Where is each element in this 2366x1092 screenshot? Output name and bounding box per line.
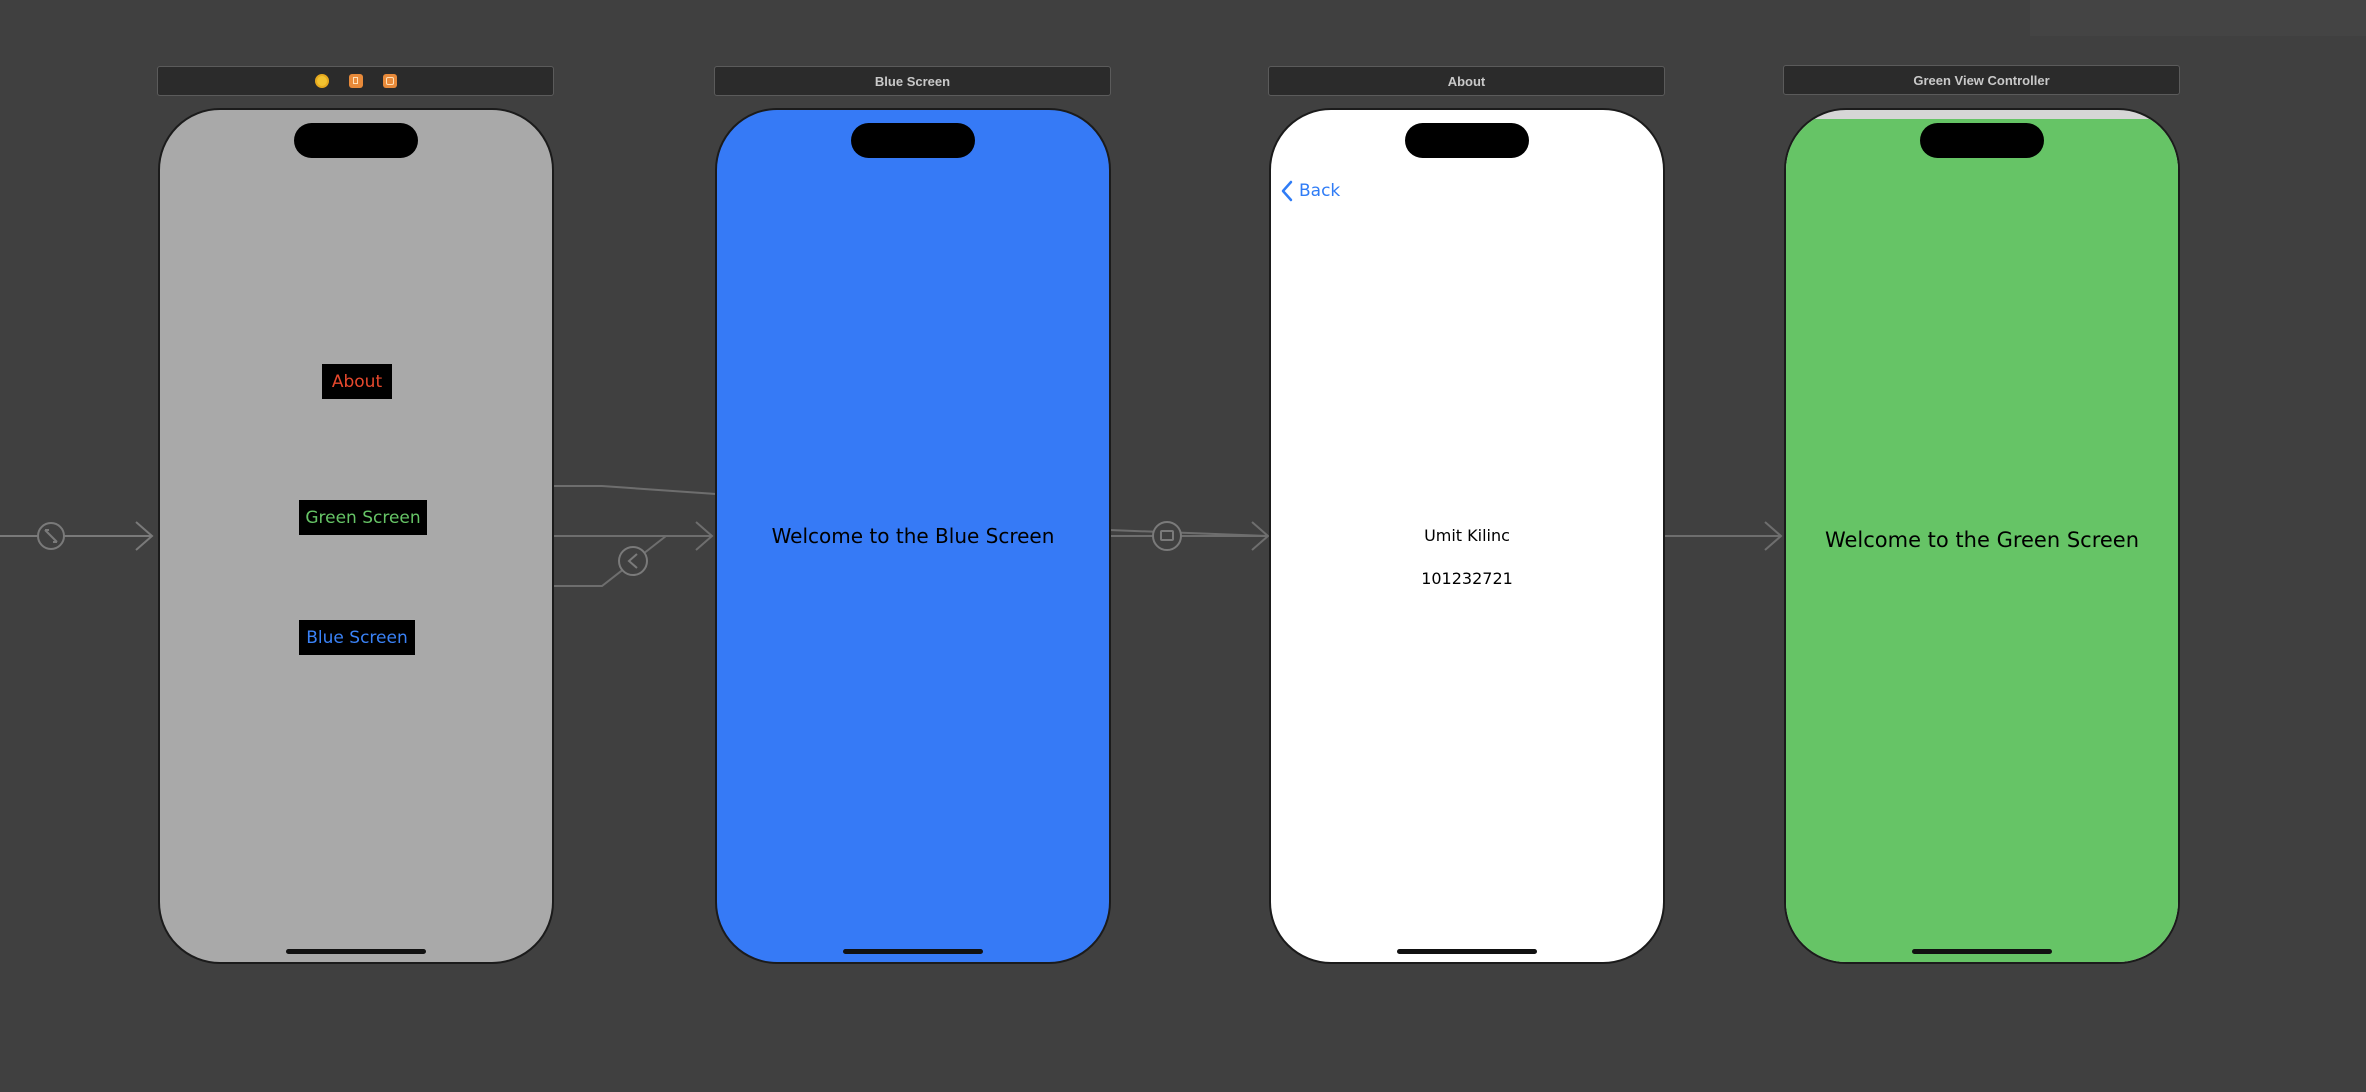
- about-screen[interactable]: Back Umit Kilinc 101232721: [1269, 108, 1665, 964]
- dynamic-island: [851, 123, 975, 158]
- back-segue-path[interactable]: [553, 535, 667, 587]
- back-button-label: Back: [1299, 181, 1341, 201]
- home-indicator: [1912, 949, 2052, 954]
- scene-header-blue[interactable]: Blue Screen: [714, 66, 1111, 96]
- scene-header-green[interactable]: Green View Controller: [1783, 65, 2180, 95]
- entry-point-arrow[interactable]: [0, 521, 154, 551]
- initial-screen[interactable]: About Green Screen Blue Screen: [158, 108, 554, 964]
- view-controller-icon[interactable]: [314, 74, 329, 88]
- modal-segue-about[interactable]: [1108, 521, 1270, 551]
- home-indicator: [1397, 949, 1537, 954]
- student-id-label: 101232721: [1421, 569, 1513, 588]
- name-label: Umit Kilinc: [1424, 526, 1510, 545]
- show-segue-green-from-about[interactable]: [1663, 521, 1783, 551]
- home-indicator: [843, 949, 983, 954]
- about-button[interactable]: About: [322, 364, 392, 399]
- back-button[interactable]: Back: [1281, 180, 1340, 202]
- dynamic-island: [1920, 123, 2044, 158]
- blue-screen-button[interactable]: Blue Screen: [299, 620, 415, 655]
- scene-header-about[interactable]: About: [1268, 66, 1665, 96]
- scene-header-initial[interactable]: [157, 66, 554, 96]
- home-indicator: [286, 949, 426, 954]
- modal-segue-icon[interactable]: [1152, 521, 1182, 551]
- blue-welcome-label: Welcome to the Blue Screen: [771, 524, 1055, 548]
- blue-screen[interactable]: Welcome to the Blue Screen: [715, 108, 1111, 964]
- green-screen[interactable]: Welcome to the Green Screen: [1784, 108, 2180, 964]
- exit-icon[interactable]: [382, 74, 397, 88]
- dynamic-island: [1405, 123, 1529, 158]
- first-responder-icon[interactable]: [348, 74, 363, 88]
- green-welcome-label: Welcome to the Green Screen: [1824, 528, 2140, 552]
- green-screen-button[interactable]: Green Screen: [299, 500, 427, 535]
- entry-point-icon[interactable]: [37, 522, 65, 550]
- show-segue-green[interactable]: [553, 485, 717, 495]
- chevron-left-icon: [1281, 180, 1293, 202]
- dynamic-island: [294, 123, 418, 158]
- back-segue-icon[interactable]: [618, 546, 648, 576]
- storyboard-canvas: About Green Screen Blue Screen Blue Scre…: [0, 0, 2366, 1092]
- show-segue-blue[interactable]: [553, 521, 714, 551]
